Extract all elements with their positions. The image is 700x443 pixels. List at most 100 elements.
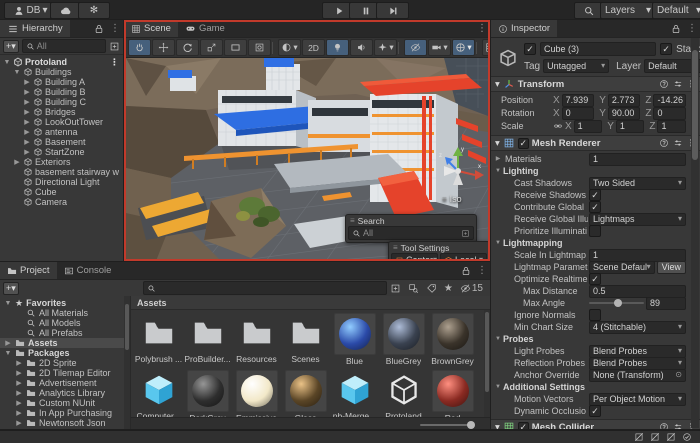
project-tree-item-favorites[interactable]: ▼★Favorites	[0, 298, 130, 308]
draw-mode-button[interactable]: ▾	[278, 39, 301, 56]
assets-breadcrumb[interactable]: Assets	[131, 296, 490, 310]
transform-tool-button[interactable]	[248, 39, 271, 56]
ignore-normals-checkbox[interactable]	[589, 309, 601, 321]
project-tree-item-analytics-library[interactable]: ▶Analytics Library	[0, 388, 130, 398]
scene-visibility-toggle-button[interactable]	[404, 39, 427, 56]
scene-audio-toggle-button[interactable]	[350, 39, 373, 56]
scene-picker-icon[interactable]	[109, 41, 120, 52]
layout-dropdown[interactable]: Default ▾	[652, 2, 700, 19]
max-angle-field[interactable]: 89	[646, 297, 686, 310]
hierarchy-item-antenna[interactable]: ▶antenna	[0, 127, 123, 137]
foldout-icon[interactable]: ▶	[23, 78, 31, 86]
foldout-icon[interactable]: ▼	[494, 165, 502, 177]
help-icon[interactable]	[659, 138, 669, 148]
asset-probuilder[interactable]: ProBuilder...	[183, 313, 232, 368]
foldout-icon[interactable]: ▶	[23, 128, 31, 136]
max-distance-field[interactable]: 0.5	[589, 285, 686, 298]
scene-viewport[interactable]: x y z ≡ Iso ≡ Search All	[126, 58, 488, 261]
kebab-menu-icon[interactable]: ⋮	[477, 265, 487, 276]
transform-rotation-z-field[interactable]: 0	[653, 107, 686, 120]
project-tree-item-all-prefabs[interactable]: All Prefabs	[0, 328, 130, 338]
transform-rotation-x-field[interactable]: 0	[562, 107, 595, 120]
hierarchy-item-cube[interactable]: Cube	[0, 187, 123, 197]
layers-dropdown[interactable]: Layers ▾	[600, 2, 656, 19]
cast-shadows-dropdown[interactable]: Two Sided▾	[589, 177, 686, 190]
foldout-icon[interactable]: ▼	[4, 300, 12, 307]
hierarchy-item-buildings[interactable]: ▼Buildings	[0, 67, 123, 77]
tab-inspector[interactable]: Inspector	[491, 20, 557, 37]
asset-bluegrey[interactable]: BlueGrey	[379, 313, 428, 368]
scene-search-input[interactable]: All	[348, 226, 474, 240]
receive-shadows-checkbox[interactable]: ✓	[589, 189, 601, 201]
anchor-override-object-field[interactable]: None (Transform)⊙	[589, 369, 686, 382]
foldout-icon[interactable]: ▼	[3, 59, 11, 66]
foldout-icon[interactable]: ▶	[15, 389, 23, 397]
contribute-global-checkbox[interactable]: ✓	[589, 201, 601, 213]
collab-disabled-icon[interactable]	[666, 432, 676, 442]
tab-console[interactable]: Console	[57, 262, 119, 279]
rect-tool-button[interactable]	[224, 39, 247, 56]
hidden-packages-toggle[interactable]: 15	[460, 283, 483, 294]
scene-camera-settings-button[interactable]: ▾	[428, 39, 451, 56]
hierarchy-item-building-a[interactable]: ▶Building A	[0, 77, 123, 87]
hierarchy-item-protoland[interactable]: ▼Protoland⋮	[0, 57, 123, 67]
kebab-menu-icon[interactable]: ⋮	[687, 23, 697, 34]
scrollbar-thumb[interactable]	[692, 50, 698, 160]
foldout-icon[interactable]: ▶	[13, 158, 21, 166]
foldout-icon[interactable]: ▶	[15, 379, 23, 387]
foldout-icon[interactable]: ▶	[23, 98, 31, 106]
search-by-type-icon[interactable]	[408, 283, 419, 294]
foldout-icon[interactable]: ▼	[494, 333, 502, 345]
thumbnail-zoom-slider[interactable]	[420, 424, 472, 426]
asset-resources[interactable]: Resources	[232, 313, 281, 368]
lock-icon[interactable]	[93, 23, 105, 35]
slider-knob[interactable]	[614, 299, 622, 307]
tab-game[interactable]: Game	[178, 20, 232, 37]
transform-scale-y-field[interactable]: 1	[616, 120, 645, 133]
view-button[interactable]: View	[657, 261, 686, 274]
mesh-renderer-enabled-checkbox[interactable]: ✓	[518, 138, 529, 149]
presets-icon[interactable]	[673, 138, 683, 148]
transform-position-z-field[interactable]: -14.26	[653, 94, 686, 107]
foldout-icon[interactable]: ▶	[23, 88, 31, 96]
foldout-icon[interactable]: ▶	[23, 138, 31, 146]
transform-component-header[interactable]: ▾ Transform ⋮	[491, 76, 700, 92]
presets-icon[interactable]	[673, 422, 683, 429]
transform-rotation-y-field[interactable]: 90.00	[608, 107, 641, 120]
hierarchy-item-building-c[interactable]: ▶Building C	[0, 97, 123, 107]
assets-scrollbar[interactable]	[484, 310, 490, 418]
foldout-icon[interactable]: ▶	[23, 118, 31, 126]
gameobject-name-field[interactable]: Cube (3)	[540, 42, 656, 56]
pan-tool-button[interactable]	[128, 39, 151, 56]
reflection-probes-dropdown[interactable]: Blend Probes▾	[589, 357, 686, 370]
foldout-icon[interactable]: ▼	[494, 237, 502, 249]
hierarchy-item-exteriors[interactable]: ▶Exteriors	[0, 157, 123, 167]
kebab-menu-icon[interactable]: ⋮	[477, 23, 487, 34]
search-by-label-icon[interactable]	[426, 283, 437, 294]
hierarchy-search-input[interactable]: All	[22, 39, 106, 53]
drag-handle-icon[interactable]: ≡	[393, 243, 398, 252]
lightmap-paramet-dropdown[interactable]: Scene Default Par▾	[589, 261, 655, 274]
project-tree-item-in-app-purchasing[interactable]: ▶In App Purchasing	[0, 408, 130, 418]
lock-icon[interactable]	[670, 23, 682, 35]
hierarchy-item-bridges[interactable]: ▶Bridges	[0, 107, 123, 117]
kebab-menu-icon[interactable]: ⋮	[110, 23, 120, 34]
mesh-collider-component-header[interactable]: ▾ ✓ Mesh Collider ⋮	[491, 419, 700, 429]
2d-toggle-button[interactable]: 2D	[302, 39, 325, 56]
project-tree-item-polybrush[interactable]: ▶Polybrush	[0, 428, 130, 429]
cache-disabled-icon[interactable]	[650, 432, 660, 442]
transform-position-y-field[interactable]: 2.773	[608, 94, 641, 107]
project-tree-item-custom-nunit[interactable]: ▶Custom NUnit	[0, 398, 130, 408]
pivot-mode-dropdown[interactable]: Center ▾	[391, 253, 438, 261]
optimize-realtime-checkbox[interactable]: ✓	[589, 273, 601, 285]
foldout-icon[interactable]: ▼	[13, 69, 21, 76]
project-tree-item-2d-tilemap-editor[interactable]: ▶2D Tilemap Editor	[0, 368, 130, 378]
tag-dropdown[interactable]: Untagged ▾	[543, 59, 609, 73]
orientation-mode-dropdown[interactable]: Local ▾	[440, 253, 487, 261]
materials-count-field[interactable]: 1	[589, 153, 686, 166]
project-tree-scrollbar[interactable]	[124, 296, 130, 429]
foldout-icon[interactable]: ▶	[23, 108, 31, 116]
project-tree-item-all-models[interactable]: All Models	[0, 318, 130, 328]
transform-scale-x-field[interactable]: 1	[574, 120, 603, 133]
object-picker-icon[interactable]: ⊙	[675, 371, 682, 379]
